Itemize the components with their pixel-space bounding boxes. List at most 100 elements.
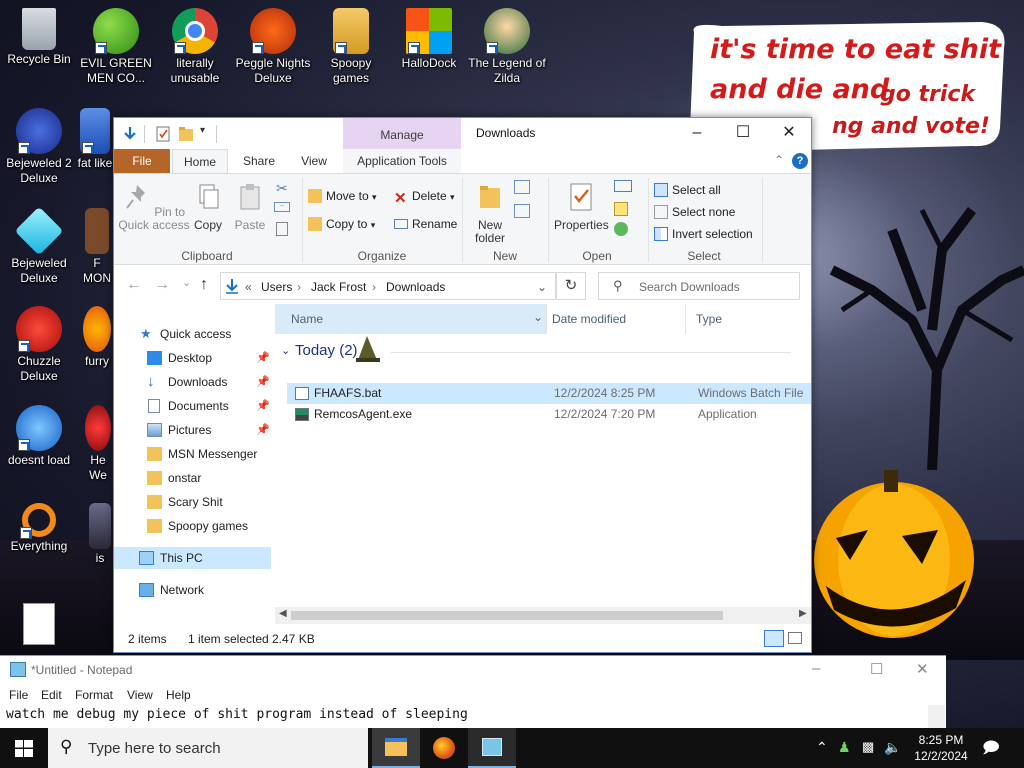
tray-overflow-icon[interactable]: ⌃: [816, 739, 828, 756]
nav-network[interactable]: Network: [114, 579, 271, 601]
desktop-icon-hallodock[interactable]: HalloDock: [390, 8, 468, 71]
menu-file[interactable]: File: [9, 688, 28, 702]
menu-view[interactable]: View: [127, 688, 153, 702]
address-dropdown-icon[interactable]: ⌄: [537, 280, 547, 294]
group-header-today[interactable]: Today (2): [295, 342, 358, 359]
maximize-button[interactable]: ☐: [720, 118, 766, 148]
nav-documents[interactable]: Documents 📌: [114, 395, 271, 417]
up-arrow-icon[interactable]: ↑: [200, 276, 208, 294]
desktop-icon-furry[interactable]: furry: [80, 306, 114, 369]
open-icon[interactable]: [614, 180, 632, 192]
paste-shortcut-icon[interactable]: [276, 222, 288, 236]
cut-icon[interactable]: ✂: [276, 180, 288, 197]
nav-pictures[interactable]: Pictures 📌: [114, 419, 271, 441]
address-bar[interactable]: « Users › Jack Frost › Downloads ⌄: [220, 272, 556, 300]
scroll-right-icon[interactable]: ▶: [799, 608, 807, 619]
rename-button[interactable]: Rename: [394, 216, 457, 232]
new-folder-icon[interactable]: [178, 125, 194, 143]
desktop-icon-spoopy-games[interactable]: Spoopy games: [312, 8, 390, 86]
taskbar-firefox[interactable]: [420, 728, 468, 768]
nav-spoopy-games[interactable]: Spoopy games: [114, 515, 271, 537]
breadcrumb-users[interactable]: Users: [261, 280, 292, 294]
menu-edit[interactable]: Edit: [41, 688, 62, 702]
desktop-icon-chuzzle[interactable]: Chuzzle Deluxe: [0, 306, 78, 384]
close-button[interactable]: ✕: [766, 118, 812, 148]
network-icon[interactable]: ▩: [862, 739, 874, 755]
details-view-icon[interactable]: [764, 630, 784, 647]
tab-manage[interactable]: Manage: [343, 128, 461, 142]
start-button[interactable]: [0, 728, 48, 768]
tab-home[interactable]: Home: [172, 149, 228, 173]
paste-button[interactable]: Paste: [232, 182, 268, 232]
tab-view[interactable]: View: [290, 149, 338, 173]
column-name[interactable]: Name: [291, 312, 323, 326]
horizontal-scrollbar[interactable]: ◀ ▶: [275, 607, 811, 624]
menu-help[interactable]: Help: [166, 688, 191, 702]
qat-dropdown-icon[interactable]: ▾: [200, 125, 205, 143]
tab-share[interactable]: Share: [234, 149, 284, 173]
notifications-icon[interactable]: 🗩: [982, 737, 1000, 764]
file-row[interactable]: RemcosAgent.exe 12/2/2024 7:20 PM Applic…: [287, 404, 811, 425]
notepad-close-button[interactable]: ✕: [916, 660, 929, 678]
move-to-button[interactable]: Move to ▾: [308, 188, 377, 205]
scroll-left-icon[interactable]: ◀: [279, 608, 287, 619]
notepad-scrollbar[interactable]: [928, 705, 945, 729]
pin-icon[interactable]: 📌: [256, 371, 270, 393]
breadcrumb-overflow[interactable]: «: [245, 280, 252, 294]
nav-desktop[interactable]: Desktop 📌: [114, 347, 271, 369]
nav-onstar[interactable]: onstar: [114, 467, 271, 489]
pin-icon[interactable]: 📌: [256, 347, 270, 369]
nav-msn-messenger[interactable]: MSN Messenger: [114, 443, 271, 465]
help-icon[interactable]: ?: [792, 153, 808, 169]
taskbar-notepad[interactable]: [468, 728, 516, 768]
breadcrumb-user[interactable]: Jack Frost: [311, 280, 366, 294]
desktop-icon-recycle-bin[interactable]: Recycle Bin: [0, 8, 78, 67]
copy-path-icon[interactable]: ~: [274, 202, 290, 212]
new-item-icon[interactable]: [514, 180, 530, 194]
breadcrumb-downloads[interactable]: Downloads: [386, 280, 445, 294]
tab-file[interactable]: File: [114, 149, 170, 173]
desktop-icon-bejeweled-2[interactable]: Bejeweled 2 Deluxe: [0, 108, 78, 186]
menu-format[interactable]: Format: [75, 688, 113, 702]
select-all-button[interactable]: Select all: [654, 182, 721, 198]
clock[interactable]: 8:25 PM 12/2/2024: [908, 732, 974, 764]
desktop-icon-evil-green-men[interactable]: EVIL GREEN MEN CO...: [77, 8, 155, 86]
select-none-button[interactable]: Select none: [654, 204, 735, 220]
nav-scary-shit[interactable]: Scary Shit: [114, 491, 271, 513]
pin-icon[interactable]: 📌: [256, 419, 270, 441]
refresh-button[interactable]: ↻: [556, 272, 586, 300]
recent-dropdown-icon[interactable]: ⌄: [182, 276, 191, 289]
pin-icon[interactable]: 📌: [256, 395, 270, 417]
desktop-icon-is[interactable]: is: [86, 503, 114, 566]
notepad-maximize-button[interactable]: ☐: [870, 660, 883, 678]
desktop-icon-he-we[interactable]: He We: [82, 405, 114, 483]
taskbar-search-box[interactable]: ⚲ Type here to search: [48, 728, 368, 768]
invert-selection-button[interactable]: Invert selection: [654, 226, 753, 242]
desktop-icon-literally-unusable[interactable]: literally unusable: [156, 8, 234, 86]
taskbar-file-explorer[interactable]: [372, 728, 420, 768]
desktop-icon-f-mon[interactable]: F MON: [80, 208, 114, 286]
large-icons-view-icon[interactable]: [788, 632, 802, 644]
nav-downloads[interactable]: ↓ Downloads 📌: [114, 371, 271, 393]
delete-button[interactable]: ✕ Delete ▾: [394, 188, 455, 207]
history-icon[interactable]: [614, 222, 628, 236]
pin-quick-access-button[interactable]: Pin to Quick access: [118, 182, 190, 232]
easy-access-icon[interactable]: [514, 204, 530, 218]
nav-quick-access[interactable]: ★ Quick access: [114, 323, 271, 345]
column-sort-chevron-icon[interactable]: ⌄: [533, 310, 543, 324]
group-collapse-chevron-icon[interactable]: ⌄: [281, 344, 290, 357]
scrollbar-thumb[interactable]: [291, 611, 723, 620]
column-type[interactable]: Type: [696, 312, 722, 326]
desktop-icon-everything[interactable]: Everything: [0, 503, 78, 554]
minimize-button[interactable]: –: [674, 118, 720, 148]
back-arrow-icon[interactable]: ←: [126, 276, 142, 294]
properties-button[interactable]: Properties: [554, 182, 609, 232]
column-date-modified[interactable]: Date modified: [552, 312, 626, 326]
desktop-icon-legend-of-zilda[interactable]: The Legend of Zilda: [468, 8, 546, 86]
tab-application-tools[interactable]: Application Tools: [343, 149, 461, 173]
forward-arrow-icon[interactable]: →: [154, 276, 170, 294]
tray-user-icon[interactable]: ♟: [838, 739, 851, 756]
volume-icon[interactable]: 🔈: [884, 739, 901, 756]
desktop-icon-peggle[interactable]: Peggle Nights Deluxe: [234, 8, 312, 86]
new-folder-button[interactable]: New folder: [468, 182, 512, 245]
